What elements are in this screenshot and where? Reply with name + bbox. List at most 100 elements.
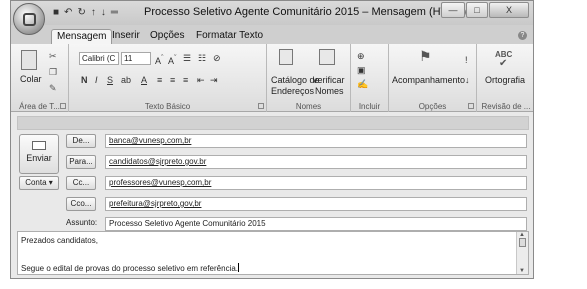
bcc-address: prefeitura@sjrpreto,gov,br: [109, 199, 202, 208]
basic-text-group: Calibri (C 11 Aˆ Aˇ ☰ ☷ ⊘ N I S ab A ≡ ≡…: [69, 44, 267, 112]
clipboard-launcher-icon[interactable]: [60, 103, 66, 109]
basic-text-group-label: Texto Básico: [144, 102, 191, 111]
text-caret: [238, 263, 240, 272]
cc-field[interactable]: professores@vunesp,com,br: [105, 176, 527, 190]
scroll-down-icon[interactable]: ▼: [519, 268, 525, 274]
quick-access-toolbar: ■ ↶ ↻ ↑ ↓ ═: [53, 6, 118, 20]
maximize-button[interactable]: □: [466, 2, 488, 18]
cut-icon[interactable]: ✂: [49, 50, 57, 62]
names-group: Catálogo de Endereços verificar Nomes No…: [267, 44, 351, 112]
envelope-icon: [32, 141, 46, 150]
from-address: banca@vunesp,com,br: [109, 136, 192, 145]
attach-item-icon[interactable]: ▣: [357, 64, 366, 76]
subject-field[interactable]: Processo Seletivo Agente Comunitário 201…: [105, 217, 527, 231]
spelling-check-icon: ✔: [499, 58, 508, 69]
font-name-combo[interactable]: Calibri (C: [79, 52, 119, 65]
redo-icon[interactable]: ↻: [77, 7, 85, 19]
basic-text-launcher-icon[interactable]: [258, 103, 264, 109]
bold-button[interactable]: N: [81, 74, 88, 86]
help-icon[interactable]: ?: [518, 31, 527, 40]
names-group-label: Nomes: [295, 102, 322, 111]
paste-button[interactable]: Colar: [20, 74, 42, 84]
include-group-label: Incluir: [358, 102, 381, 111]
to-address: candidatos@sjrpreto.gov.br: [109, 157, 207, 166]
check-names-icon[interactable]: [319, 49, 335, 65]
format-painter-icon[interactable]: ✎: [49, 82, 57, 94]
align-center-icon[interactable]: ≡: [170, 74, 175, 86]
cc-address: professores@vunesp,com,br: [109, 178, 212, 187]
from-button[interactable]: De...: [66, 134, 96, 148]
options-launcher-icon[interactable]: [468, 103, 474, 109]
body-line-message-text: Segue o edital de provas do processo sel…: [21, 264, 239, 273]
ribbon: Colar ✂ ❐ ✎ Área de T... Calibri (C 11 A…: [11, 44, 533, 112]
cc-button[interactable]: Cc...: [66, 176, 96, 190]
font-color-icon[interactable]: A: [141, 74, 147, 86]
scroll-thumb[interactable]: [519, 238, 526, 247]
window-controls: — □ X: [441, 2, 529, 18]
options-group: ⚑ Acompanhamento ! ↓ Opções: [389, 44, 477, 112]
high-importance-icon[interactable]: !: [465, 54, 468, 66]
bcc-button[interactable]: Cco...: [66, 197, 96, 211]
bullets-icon[interactable]: ☰: [183, 52, 191, 64]
account-button[interactable]: Conta ▾: [19, 176, 59, 190]
office-button[interactable]: [13, 3, 45, 35]
increase-indent-icon[interactable]: ⇥: [210, 74, 218, 86]
include-group: ⊕ ▣ ✍ Incluir: [351, 44, 389, 112]
from-field[interactable]: banca@vunesp,com,br: [105, 134, 527, 148]
undo-icon[interactable]: ↶: [64, 7, 72, 19]
ribbon-tabs: Mensagem Inserir Opções Formatar Texto ?: [11, 25, 533, 44]
tab-formatar-texto[interactable]: Formatar Texto: [191, 29, 268, 44]
info-bar: [17, 116, 529, 130]
subject-label: Assunto:: [66, 218, 98, 227]
minimize-button[interactable]: —: [441, 2, 465, 18]
spelling-button[interactable]: Ortografia: [485, 75, 525, 85]
account-label: Conta: [25, 178, 47, 187]
body-scrollbar[interactable]: ▲ ▼: [516, 232, 528, 274]
highlight-icon[interactable]: ab: [121, 74, 131, 86]
bcc-field[interactable]: prefeitura@sjrpreto,gov,br: [105, 197, 527, 211]
address-book-icon[interactable]: [279, 49, 293, 65]
address-book-label-2[interactable]: Endereços: [271, 86, 314, 96]
decrease-indent-icon[interactable]: ⇤: [197, 74, 205, 86]
font-size-combo[interactable]: 11: [121, 52, 151, 65]
send-button[interactable]: Enviar: [19, 134, 59, 174]
numbering-icon[interactable]: ☷: [198, 52, 206, 64]
italic-button[interactable]: I: [95, 74, 98, 86]
shrink-font-icon[interactable]: Aˇ: [168, 52, 177, 67]
paste-icon[interactable]: [21, 50, 37, 70]
close-button[interactable]: X: [489, 2, 529, 18]
office-logo-icon: [23, 13, 36, 26]
message-body[interactable]: Prezados candidatos, Segue o edital de p…: [17, 231, 529, 275]
to-button[interactable]: Para...: [66, 155, 96, 169]
low-importance-icon[interactable]: ↓: [465, 74, 470, 86]
tab-mensagem[interactable]: Mensagem: [51, 29, 113, 44]
window-title: Processo Seletivo Agente Comunitário 201…: [144, 6, 467, 18]
to-field[interactable]: candidatos@sjrpreto.gov.br: [105, 155, 527, 169]
proofing-group: ABC ✔ Ortografia Revisão de ...: [477, 44, 533, 112]
underline-button[interactable]: S: [107, 74, 113, 86]
next-item-icon[interactable]: ↓: [101, 7, 106, 19]
check-names-label-2[interactable]: Nomes: [315, 86, 344, 96]
clear-formatting-icon[interactable]: ⊘: [213, 52, 221, 64]
check-names-label[interactable]: verificar: [313, 75, 345, 85]
bold-label: N: [81, 75, 88, 85]
grow-font-icon[interactable]: Aˆ: [155, 52, 164, 67]
title-bar: ■ ↶ ↻ ↑ ↓ ═ Processo Seletivo Agente Com…: [11, 1, 533, 25]
options-group-label: Opções: [418, 102, 447, 111]
customize-toolbar-icon[interactable]: ═: [111, 7, 118, 19]
save-icon[interactable]: ■: [53, 7, 59, 19]
follow-up-button[interactable]: Acompanhamento: [392, 75, 465, 85]
align-left-icon[interactable]: ≡: [157, 74, 162, 86]
body-line-message: Segue o edital de provas do processo sel…: [21, 263, 240, 274]
send-label: Enviar: [26, 153, 52, 163]
follow-up-flag-icon[interactable]: ⚑: [419, 49, 432, 63]
previous-item-icon[interactable]: ↑: [91, 7, 96, 19]
body-line-greeting: Prezados candidatos,: [21, 236, 98, 245]
signature-icon[interactable]: ✍: [357, 78, 368, 90]
message-window: ■ ↶ ↻ ↑ ↓ ═ Processo Seletivo Agente Com…: [10, 0, 534, 279]
attach-file-icon[interactable]: ⊕: [357, 50, 365, 62]
copy-icon[interactable]: ❐: [49, 66, 57, 78]
tab-opcoes[interactable]: Opções: [145, 29, 189, 44]
tab-inserir[interactable]: Inserir: [107, 29, 145, 44]
align-right-icon[interactable]: ≡: [183, 74, 188, 86]
